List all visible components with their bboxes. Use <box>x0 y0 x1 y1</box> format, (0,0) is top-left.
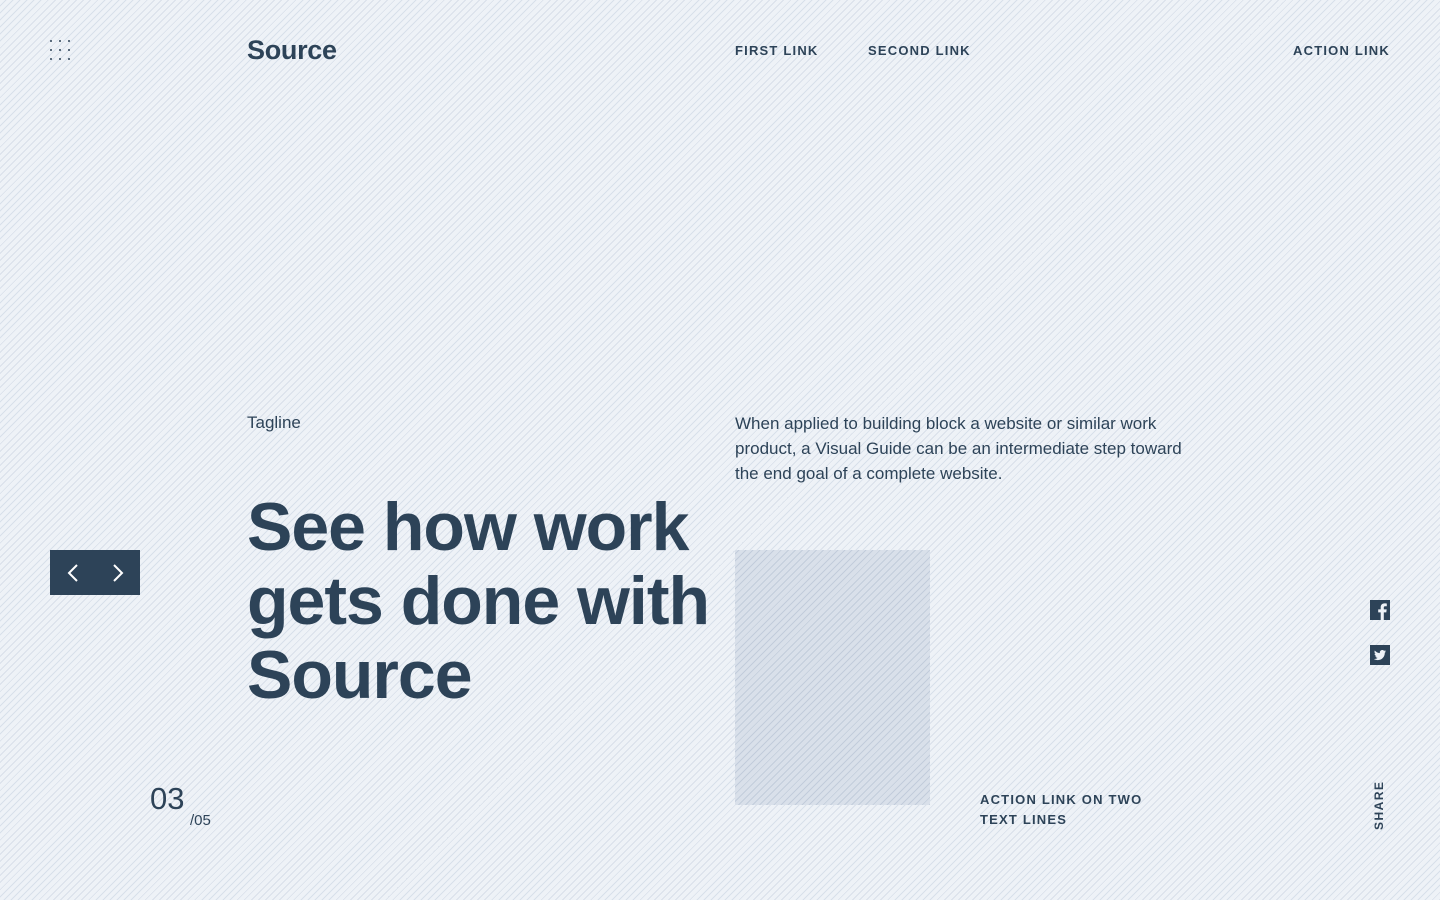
slider-controls <box>50 550 140 595</box>
slider-prev-button[interactable] <box>50 550 95 595</box>
hero-description: When applied to building block a website… <box>735 414 1182 483</box>
slide-counter-current: 03 <box>150 781 185 816</box>
chevron-left-icon <box>67 563 78 582</box>
nav-second-link[interactable]: SECOND LINK <box>868 43 971 59</box>
nav-first-link[interactable]: FIRST LINK <box>735 43 819 59</box>
menu-grid-icon[interactable] <box>50 40 70 60</box>
facebook-icon[interactable] <box>1370 600 1390 620</box>
nav-action-link[interactable]: ACTION LINK <box>1293 43 1390 59</box>
slider-next-button[interactable] <box>95 550 140 595</box>
share-label: SHARE <box>1372 780 1386 830</box>
slide-counter-total: /05 <box>190 812 211 829</box>
chevron-right-icon <box>112 563 123 582</box>
tagline: Tagline <box>247 413 301 432</box>
logo[interactable]: Source <box>247 33 337 67</box>
twitter-icon[interactable] <box>1370 645 1390 665</box>
action-link-two-lines[interactable]: ACTION LINK ON TWO TEXT LINES <box>980 790 1160 830</box>
image-placeholder <box>735 550 930 805</box>
hero-headline: See how work gets done with Source <box>247 489 710 713</box>
